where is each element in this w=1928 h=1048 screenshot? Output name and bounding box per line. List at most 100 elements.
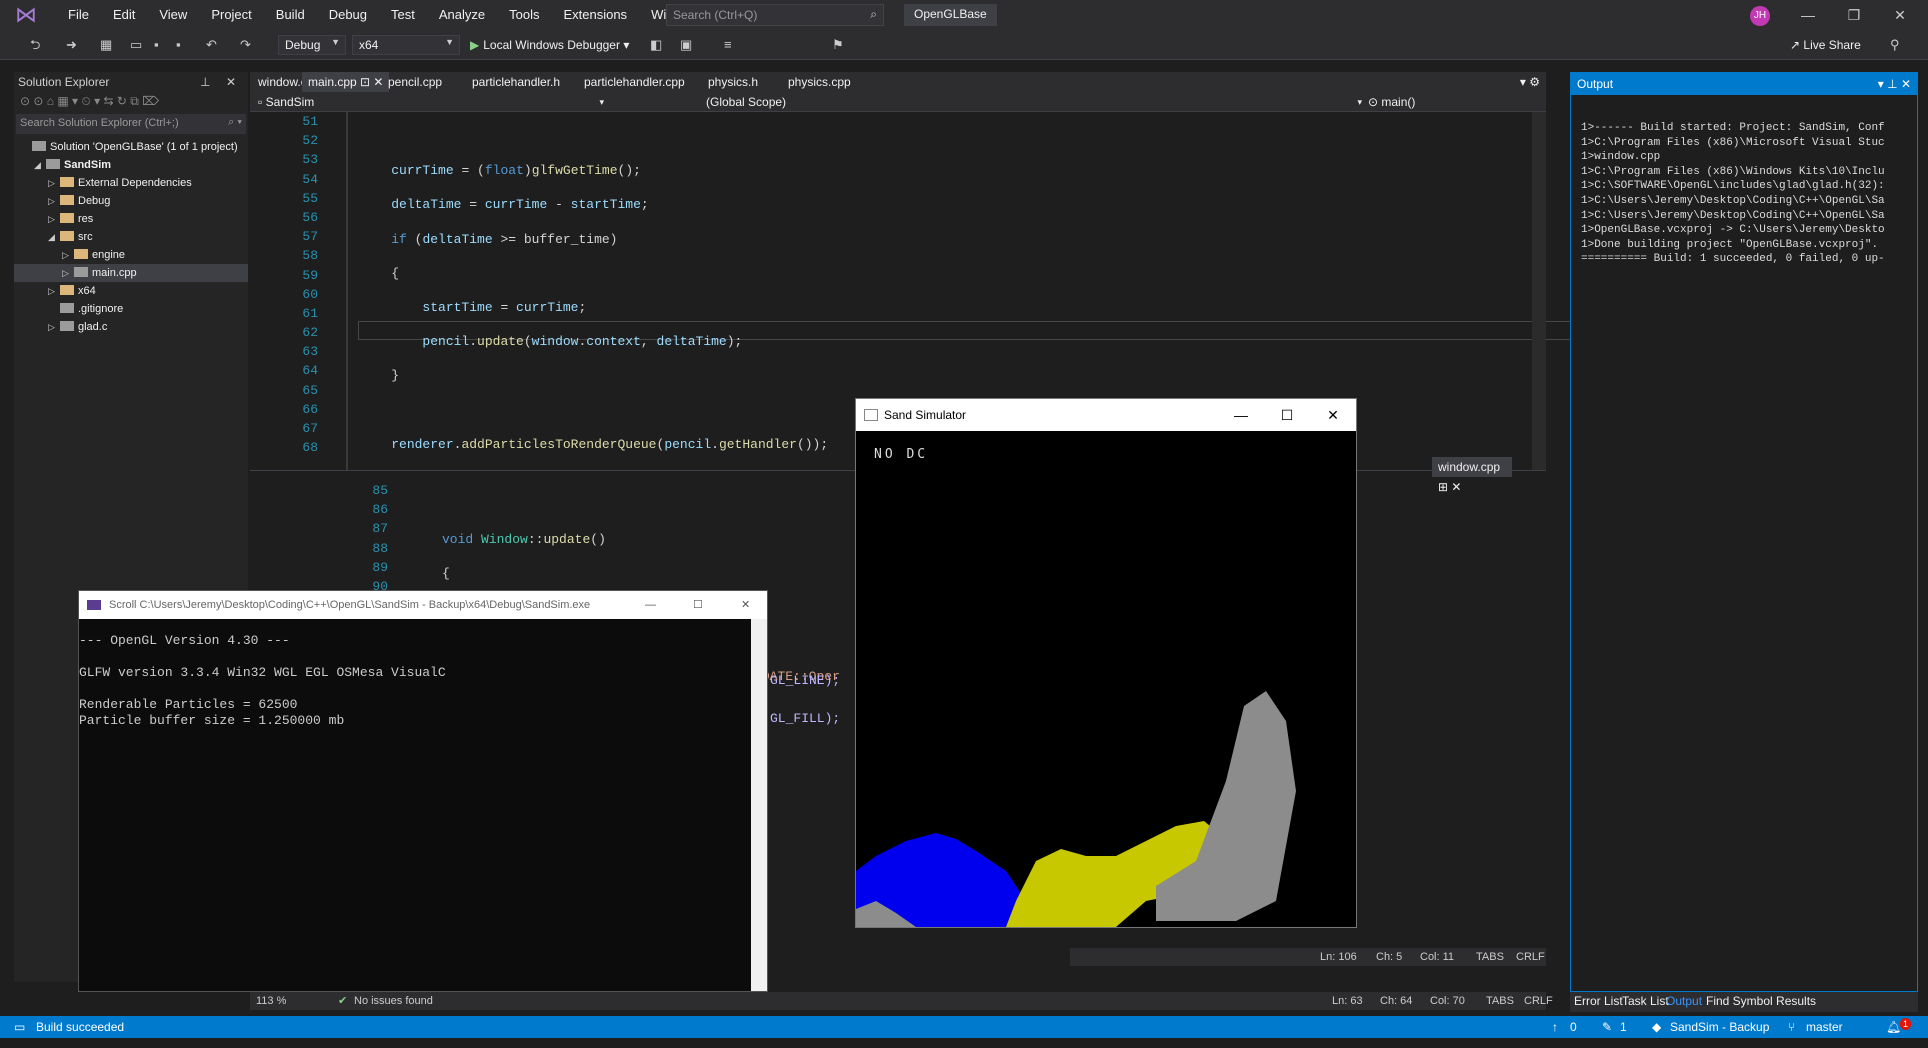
minimize-icon[interactable]: — bbox=[1218, 399, 1264, 431]
notification-icon[interactable]: 🔔︎ bbox=[1886, 1016, 1901, 1038]
tab-error-list[interactable]: Error List bbox=[1574, 994, 1623, 1008]
output-line: ========== Build: 1 succeeded, 0 failed,… bbox=[1581, 253, 1885, 266]
tree-item[interactable]: .gitignore bbox=[14, 300, 248, 318]
folder-icon bbox=[60, 285, 74, 295]
new-project-icon[interactable]: ▦ bbox=[100, 36, 112, 54]
tab-particlehandler-h[interactable]: particlehandler.h bbox=[466, 72, 566, 92]
menu-build[interactable]: Build bbox=[264, 0, 317, 30]
tree-item[interactable]: ▷ engine bbox=[14, 246, 248, 264]
maximize-icon[interactable]: ☐ bbox=[693, 591, 703, 619]
pin-icon[interactable]: ⊥ bbox=[200, 75, 210, 89]
project-combo[interactable]: ▫ SandSim ▾ bbox=[258, 94, 608, 110]
menu-debug[interactable]: Debug bbox=[317, 0, 379, 30]
tab-task-list[interactable]: Task List bbox=[1622, 994, 1669, 1008]
close-panel-icon[interactable]: ✕ bbox=[226, 75, 236, 89]
branch-name[interactable]: master bbox=[1806, 1016, 1843, 1038]
close-icon[interactable]: ✕ bbox=[1877, 0, 1923, 30]
tab-find-symbol-results[interactable]: Find Symbol Results bbox=[1706, 994, 1816, 1008]
vertical-scrollbar[interactable] bbox=[1532, 112, 1546, 470]
output-line: 1>C:\SOFTWARE\OpenGL\includes\glad\glad.… bbox=[1581, 180, 1885, 193]
close-icon[interactable]: ✕ bbox=[1310, 399, 1356, 431]
tree-item[interactable]: ◢ src bbox=[14, 228, 248, 246]
member-combo[interactable]: ⊙ main() bbox=[1368, 94, 1543, 110]
chevron-down-icon: ▾ bbox=[1357, 97, 1362, 107]
tab-window-cpp[interactable]: window.cpp ⊞ ✕ bbox=[1432, 457, 1512, 494]
close-tab-icon[interactable]: ⊡ ✕ bbox=[357, 75, 383, 89]
step-icon[interactable]: ≡ bbox=[724, 36, 732, 54]
save-all-icon[interactable]: ▪ bbox=[176, 36, 181, 54]
expander-icon[interactable]: ▷ bbox=[62, 246, 74, 264]
expander-icon[interactable]: ◢ bbox=[48, 228, 60, 246]
expander-icon[interactable]: ▷ bbox=[48, 192, 60, 210]
tab-physics-h[interactable]: physics.h bbox=[702, 72, 764, 92]
menu-file[interactable]: File bbox=[56, 0, 101, 30]
zoom-select[interactable]: 113 % bbox=[256, 992, 286, 1010]
back-icon[interactable]: ⮌ bbox=[30, 36, 40, 54]
tab-physics-cpp[interactable]: physics.cpp bbox=[782, 72, 857, 92]
tree-item[interactable]: ▷ glad.c bbox=[14, 318, 248, 336]
menu-view[interactable]: View bbox=[147, 0, 199, 30]
repo-name[interactable]: SandSim - Backup bbox=[1670, 1016, 1769, 1038]
tree-item[interactable]: Solution 'OpenGLBase' (1 of 1 project) bbox=[14, 138, 248, 156]
tab-output[interactable]: Output bbox=[1666, 994, 1702, 1008]
close-panel-icon[interactable]: ▾ ⊥ ✕ bbox=[1878, 77, 1911, 91]
tab-particlehandler-cpp[interactable]: particlehandler.cpp bbox=[578, 72, 691, 92]
tree-item-label: glad.c bbox=[78, 321, 108, 333]
avatar[interactable]: JH bbox=[1750, 6, 1770, 26]
configuration-select[interactable]: Debug ▼ bbox=[278, 35, 346, 55]
vertical-scrollbar[interactable] bbox=[751, 619, 767, 991]
save-icon[interactable]: ▪ bbox=[154, 36, 159, 54]
screenshot-icon[interactable]: ▣ bbox=[680, 36, 692, 54]
expander-icon[interactable]: ▷ bbox=[62, 264, 74, 282]
tree-item[interactable]: ▷ x64 bbox=[14, 282, 248, 300]
tree-item[interactable]: ▷ Debug bbox=[14, 192, 248, 210]
menu-project[interactable]: Project bbox=[199, 0, 263, 30]
open-folder-icon[interactable]: ▭ bbox=[130, 36, 142, 54]
tree-item[interactable]: ▷ External Dependencies bbox=[14, 174, 248, 192]
outline-margin bbox=[346, 112, 348, 470]
search-icon: ⌕ bbox=[870, 7, 877, 21]
line-number: 64 bbox=[302, 363, 318, 379]
solution-icon bbox=[32, 141, 46, 151]
tree-item-label: engine bbox=[92, 249, 126, 261]
issues-indicator[interactable]: No issues found bbox=[354, 992, 433, 1010]
menu-analyze[interactable]: Analyze bbox=[427, 0, 497, 30]
sand-canvas[interactable] bbox=[856, 431, 1356, 927]
redo-icon[interactable]: ↷ bbox=[240, 36, 251, 54]
tab-pencil-cpp[interactable]: pencil.cpp bbox=[382, 72, 448, 92]
menu-extensions[interactable]: Extensions bbox=[551, 0, 639, 30]
output-icon: ▭ bbox=[14, 1020, 26, 1034]
tab-overflow-icon[interactable]: ▾ ⚙ bbox=[1520, 72, 1540, 92]
bookmark-icon[interactable]: ⚑ bbox=[832, 36, 844, 54]
tree-item[interactable]: ▷ res bbox=[14, 210, 248, 228]
tree-item[interactable]: ◢ SandSim bbox=[14, 156, 248, 174]
minimize-icon[interactable]: — bbox=[645, 591, 656, 619]
feedback-icon[interactable]: ⚲ bbox=[1890, 36, 1900, 54]
menu-tools[interactable]: Tools bbox=[497, 0, 551, 30]
menu-test[interactable]: Test bbox=[379, 0, 427, 30]
scope-combo[interactable]: (Global Scope) ▾ bbox=[706, 94, 1366, 110]
tree-item[interactable]: ▷ main.cpp bbox=[14, 264, 248, 282]
forward-icon[interactable]: ➜ bbox=[66, 36, 77, 54]
close-icon[interactable]: ✕ bbox=[741, 591, 750, 619]
solution-search-input[interactable]: Search Solution Explorer (Ctrl+;) ⌕ ▾ bbox=[16, 114, 246, 134]
minimize-icon[interactable]: — bbox=[1785, 0, 1831, 30]
platform-select[interactable]: x64 ▼ bbox=[352, 35, 460, 55]
search-input[interactable]: Search (Ctrl+Q) ⌕ bbox=[666, 4, 884, 26]
branch-icon: ⑂ bbox=[1788, 1020, 1796, 1034]
live-share-button[interactable]: ↗ Live Share bbox=[1790, 38, 1861, 52]
maximize-icon[interactable]: ☐ bbox=[1264, 399, 1310, 431]
output-text[interactable]: 1>------ Build started: Project: SandSim… bbox=[1571, 95, 1917, 267]
code-fragment[interactable]: GL_LINE); GL_FILL); bbox=[770, 671, 840, 729]
menu-edit[interactable]: Edit bbox=[101, 0, 147, 30]
undo-icon[interactable]: ↶ bbox=[206, 36, 217, 54]
start-debugger-button[interactable]: ▶ Local Windows Debugger ▾ bbox=[470, 35, 629, 55]
process-icon[interactable]: ◧ bbox=[650, 36, 662, 54]
expander-icon[interactable]: ▷ bbox=[48, 210, 60, 228]
expander-icon[interactable]: ▷ bbox=[48, 174, 60, 192]
expander-icon[interactable]: ▷ bbox=[48, 318, 60, 336]
tab-main-cpp[interactable]: main.cpp ⊡ ✕ bbox=[302, 72, 390, 92]
expander-icon[interactable]: ▷ bbox=[48, 282, 60, 300]
restore-icon[interactable]: ❐ bbox=[1831, 0, 1877, 30]
expander-icon[interactable]: ◢ bbox=[34, 156, 46, 174]
